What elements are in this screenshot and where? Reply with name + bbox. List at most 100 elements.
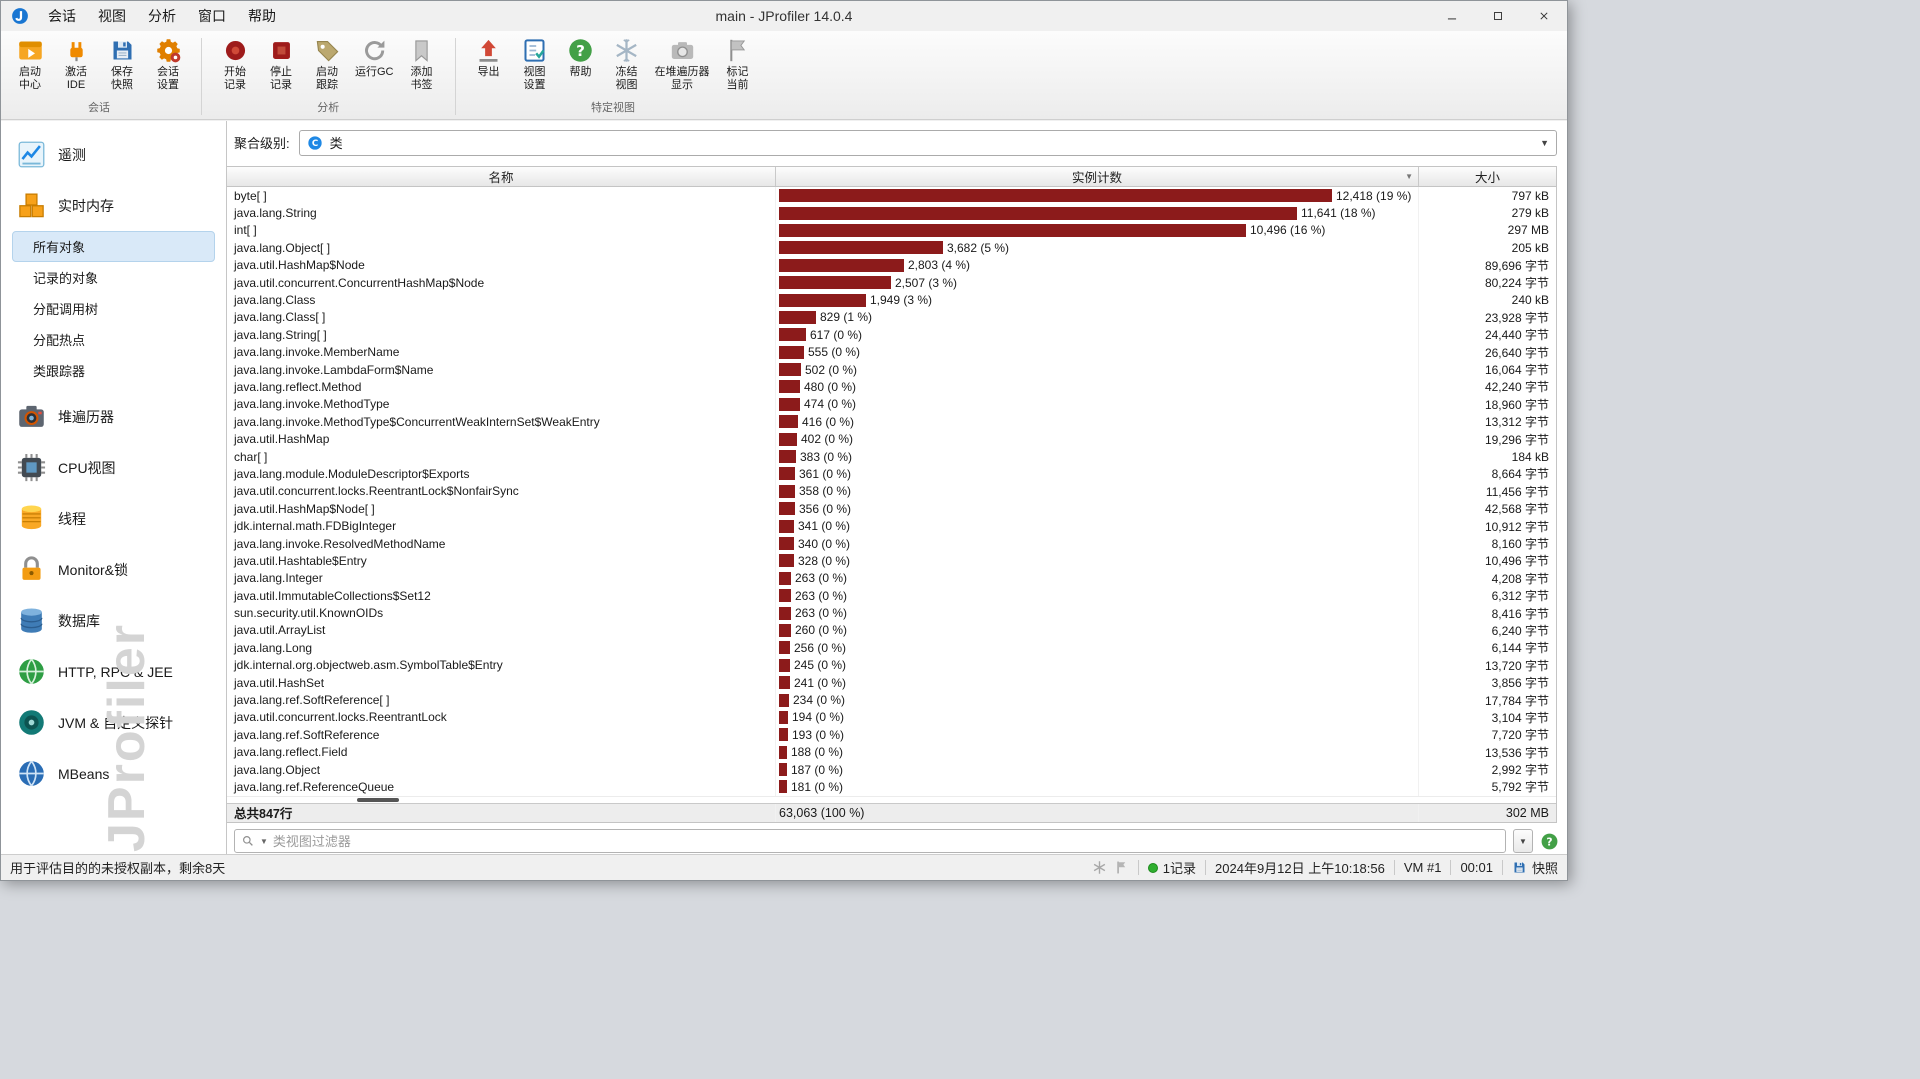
status-flag-icon[interactable] <box>1114 860 1129 875</box>
table-row[interactable]: java.lang.String[ ] 617 (0 %) 24,440 字节 <box>227 326 1556 344</box>
view-settings-button[interactable]: 视图 设置 <box>512 34 558 93</box>
table-row[interactable]: jdk.internal.math.FDBigInteger 341 (0 %) 1… <box>227 517 1556 535</box>
table-row[interactable]: java.util.concurrent.locks.ReentrantLock… <box>227 708 1556 727</box>
table-row[interactable]: java.util.HashSet 241 (0 %) 3,856 字节 <box>227 673 1556 692</box>
sidebar-subitem-allocation-call-tree[interactable]: 分配调用树 <box>12 293 215 324</box>
table-row[interactable]: java.lang.Long 256 (0 %) 6,144 字节 <box>227 639 1556 657</box>
scrollbar-thumb[interactable] <box>357 797 399 802</box>
sidebar-item-monitors-locks[interactable]: Monitor&锁 <box>1 544 226 595</box>
jvm-probes-icon <box>16 707 47 738</box>
table-row[interactable]: java.util.HashMap$Node[ ] 356 (0 %) 42,568… <box>227 500 1556 518</box>
sidebar-item-telemetries[interactable]: 遥测 <box>1 129 226 180</box>
sidebar-item-live-memory[interactable]: 实时内存 <box>1 180 226 231</box>
table-row[interactable]: java.lang.reflect.Field 188 (0 %) 13,536 字… <box>227 743 1556 761</box>
export-button[interactable]: 导出 <box>466 34 512 80</box>
sidebar-subitem-allocation-hotspots[interactable]: 分配热点 <box>12 324 215 355</box>
stop-recording-label: 停止 记录 <box>270 66 292 91</box>
horizontal-scrollbar[interactable] <box>227 795 1556 803</box>
table-row[interactable]: java.lang.Class[ ] 829 (1 %) 23,928 字节 <box>227 308 1556 327</box>
table-row[interactable]: java.util.Hashtable$Entry 328 (0 %) 10,496… <box>227 552 1556 570</box>
run-gc-button[interactable]: 运行GC <box>350 34 399 80</box>
table-row[interactable]: java.lang.invoke.ResolvedMethodName 340 (… <box>227 534 1556 553</box>
minimize-button[interactable] <box>1429 1 1475 31</box>
table-row[interactable]: sun.security.util.KnownOIDs 263 (0 %) 8,41… <box>227 604 1556 622</box>
column-header-instance-count[interactable]: 实例计数 ▼ <box>776 167 1419 186</box>
table-row[interactable]: java.lang.invoke.MethodType 474 (0 %) 18,9… <box>227 395 1556 414</box>
table-row[interactable]: java.lang.Class 1,949 (3 %) 240 kB <box>227 291 1556 309</box>
table-row[interactable]: java.lang.ref.SoftReference 193 (0 %) 7,72… <box>227 726 1556 744</box>
menu-item-1[interactable]: 视图 <box>87 2 137 30</box>
menu-item-4[interactable]: 帮助 <box>237 2 287 30</box>
table-row[interactable]: java.lang.Object[ ] 3,682 (5 %) 205 kB <box>227 239 1556 257</box>
sidebar-subitem-all-objects[interactable]: 所有对象 <box>12 231 215 262</box>
session-settings-button[interactable]: 会话 设置 <box>145 34 191 93</box>
menu-item-3[interactable]: 窗口 <box>187 2 237 30</box>
table-row[interactable]: java.lang.Object 187 (0 %) 2,992 字节 <box>227 760 1556 779</box>
filter-row: ▼ ▼ ? <box>234 828 1559 854</box>
table-row[interactable]: java.util.HashMap$Node 2,803 (4 %) 89,696 … <box>227 256 1556 274</box>
start-tracking-button[interactable]: 启动 跟踪 <box>304 34 350 93</box>
table-row[interactable]: java.util.concurrent.locks.ReentrantLock… <box>227 482 1556 501</box>
status-freeze-icon[interactable] <box>1092 860 1107 875</box>
stop-recording-button[interactable]: 停止 记录 <box>258 34 304 93</box>
search-options-arrow-icon[interactable]: ▼ <box>260 837 268 846</box>
table-row[interactable]: java.lang.ref.SoftReference[ ] 234 (0 %) 1… <box>227 691 1556 709</box>
start-recording-button[interactable]: 开始 记录 <box>212 34 258 93</box>
instance-count-bar <box>779 328 806 342</box>
table-row[interactable]: int[ ] 10,496 (16 %) 297 MB <box>227 221 1556 240</box>
sidebar-subitem-class-tracker[interactable]: 类跟踪器 <box>12 355 215 386</box>
table-row[interactable]: java.lang.invoke.MethodType$ConcurrentWe… <box>227 413 1556 431</box>
table-row[interactable]: java.lang.String 11,641 (18 %) 279 kB <box>227 204 1556 222</box>
table-row[interactable]: java.util.ArrayList 260 (0 %) 6,240 字节 <box>227 621 1556 640</box>
instance-count-bar <box>779 258 904 272</box>
table-row[interactable]: java.util.HashMap 402 (0 %) 19,296 字节 <box>227 430 1556 448</box>
class-name: java.lang.String[ ] <box>227 326 776 344</box>
snapshot-status[interactable]: 快照 <box>1512 858 1558 877</box>
toolbar-separator <box>201 38 202 115</box>
start-center-button[interactable]: 启动 中心 <box>7 34 53 93</box>
table-row[interactable]: byte[ ] 12,418 (19 %) 797 kB <box>227 187 1556 205</box>
menu-item-2[interactable]: 分析 <box>137 2 187 30</box>
freeze-view-button[interactable]: 冻结 视图 <box>604 34 650 93</box>
size-cell: 42,240 字节 <box>1484 380 1549 395</box>
help-button[interactable]: ? <box>1540 832 1559 851</box>
table-row[interactable]: java.lang.module.ModuleDescriptor$Export… <box>227 465 1556 483</box>
table-row[interactable]: java.lang.Integer 263 (0 %) 4,208 字节 <box>227 569 1556 587</box>
table-row[interactable]: java.lang.reflect.Method 480 (0 %) 42,240 … <box>227 378 1556 396</box>
filter-dropdown-button[interactable]: ▼ <box>1513 829 1533 853</box>
save-snapshot-button[interactable]: 保存 快照 <box>99 34 145 93</box>
sidebar-item-heap-walker[interactable]: 堆遍历器 <box>1 391 226 442</box>
column-header-size[interactable]: 大小 <box>1419 167 1556 186</box>
add-bookmark-button[interactable]: 添加 书签 <box>399 34 445 93</box>
sidebar-subitem-recorded-objects[interactable]: 记录的对象 <box>12 262 215 293</box>
show-in-heap-walker-button[interactable]: 在堆遍历器 显示 <box>650 34 715 93</box>
class-name: java.lang.Integer <box>227 569 776 587</box>
aggregation-select[interactable]: C 类 ▼ <box>298 129 1557 156</box>
table-row[interactable]: java.lang.invoke.LambdaForm$Name 502 (0 %… <box>227 360 1556 379</box>
mark-current-button[interactable]: 标记 当前 <box>715 34 761 93</box>
instance-count-cell: 188 (0 %) <box>776 743 1419 761</box>
status-vm[interactable]: VM #1 <box>1404 860 1442 875</box>
table-row[interactable]: java.util.ImmutableCollections$Set12 263 … <box>227 586 1556 605</box>
maximize-button[interactable] <box>1475 1 1521 31</box>
sidebar-item-threads[interactable]: 线程 <box>1 493 226 544</box>
activate-ide-button[interactable]: 激活 IDE <box>53 34 99 93</box>
view-settings-label: 视图 设置 <box>523 66 546 91</box>
table-row[interactable]: jdk.internal.org.objectweb.asm.SymbolTab… <box>227 656 1556 674</box>
column-header-name[interactable]: 名称 <box>227 167 776 186</box>
class-filter-input[interactable] <box>272 833 1499 849</box>
table-row[interactable]: java.lang.ref.ReferenceQueue 181 (0 %) 5,7… <box>227 778 1556 796</box>
recording-indicator[interactable]: 1记录 <box>1147 858 1196 877</box>
table-row[interactable]: java.lang.invoke.MemberName 555 (0 %) 26,6… <box>227 343 1556 361</box>
class-name: jdk.internal.org.objectweb.asm.SymbolTab… <box>227 656 776 674</box>
recording-dot-icon <box>1147 862 1158 873</box>
table-row[interactable]: char[ ] 383 (0 %) 184 kB <box>227 447 1556 466</box>
class-name: int[ ] <box>227 221 776 240</box>
instance-count-cell: 241 (0 %) <box>776 673 1419 692</box>
help-button[interactable]: ? 帮助 <box>558 34 604 80</box>
instance-count-label: 416 (0 %) <box>802 414 855 429</box>
sidebar-item-cpu-views[interactable]: CPU视图 <box>1 442 226 493</box>
table-row[interactable]: java.util.concurrent.ConcurrentHashMap$N… <box>227 273 1556 292</box>
menu-item-0[interactable]: 会话 <box>37 2 87 30</box>
close-button[interactable] <box>1521 1 1567 31</box>
